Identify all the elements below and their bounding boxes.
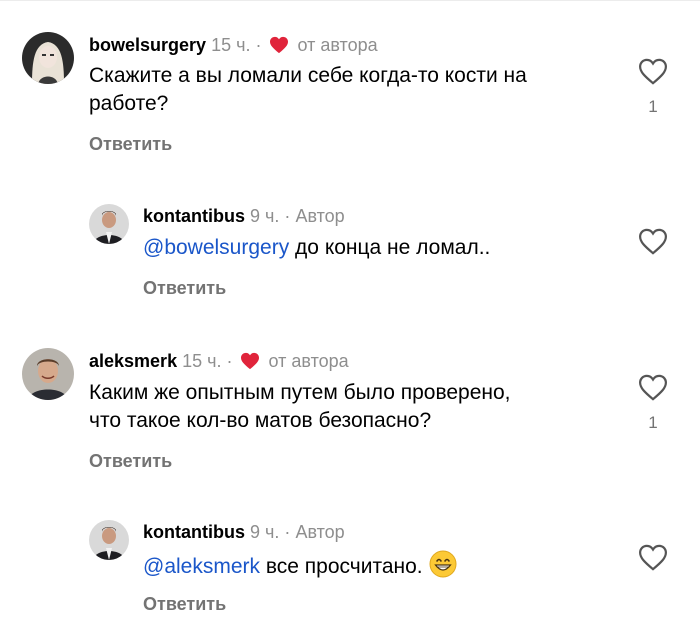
mention-link[interactable]: @bowelsurgery bbox=[143, 236, 289, 259]
like-control bbox=[636, 228, 670, 255]
separator-dot: · bbox=[284, 522, 291, 542]
like-control bbox=[636, 544, 670, 571]
comment-header: bowelsurgery 15 ч. · от автора bbox=[89, 34, 378, 56]
top-divider bbox=[0, 0, 700, 1]
man-in-suit-avatar-icon bbox=[89, 204, 129, 244]
reply-button[interactable]: Ответить bbox=[143, 593, 226, 615]
like-control: 1 bbox=[636, 374, 670, 433]
heart-outline-icon[interactable] bbox=[638, 374, 668, 401]
separator-dot: · bbox=[226, 351, 233, 371]
username-link[interactable]: aleksmerk bbox=[89, 351, 177, 371]
man-in-suit-avatar-icon bbox=[89, 520, 129, 560]
comment-header: kontantibus 9 ч. · Автор bbox=[143, 521, 345, 543]
reply-button[interactable]: Ответить bbox=[89, 450, 172, 472]
grinning-face-emoji-icon bbox=[429, 550, 457, 578]
like-control: 1 bbox=[636, 58, 670, 117]
comment-text-line: Каким же опытным путем было проверено, bbox=[89, 381, 511, 404]
avatar[interactable] bbox=[22, 32, 74, 84]
avatar[interactable] bbox=[22, 348, 74, 400]
comment-text-line: все просчитано. bbox=[260, 555, 423, 578]
heart-outline-icon[interactable] bbox=[638, 544, 668, 571]
comment-text: Скажите а вы ломали себе когда-то кости … bbox=[89, 62, 619, 118]
avatar[interactable] bbox=[89, 520, 129, 560]
username-link[interactable]: kontantibus bbox=[143, 206, 245, 226]
author-tag: от автора bbox=[268, 351, 349, 371]
comment-text-line: Скажите а вы ломали себе когда-то кости … bbox=[89, 64, 527, 87]
timestamp: 15 ч. bbox=[211, 35, 251, 55]
author-liked-heart-icon bbox=[269, 36, 288, 54]
smiling-man-avatar-icon bbox=[22, 348, 74, 400]
comment-text: @bowelsurgery до конца не ломал.. bbox=[143, 234, 623, 262]
like-count: 1 bbox=[648, 97, 658, 116]
separator-dot: · bbox=[284, 206, 291, 226]
heart-outline-icon[interactable] bbox=[638, 228, 668, 255]
heart-outline-icon[interactable] bbox=[638, 58, 668, 85]
separator-dot: · bbox=[255, 35, 262, 55]
comment-header: kontantibus 9 ч. · Автор bbox=[143, 205, 345, 227]
username-link[interactable]: bowelsurgery bbox=[89, 35, 206, 55]
comment-text: @aleksmerk все просчитано. bbox=[143, 550, 623, 581]
timestamp: 9 ч. bbox=[250, 522, 280, 542]
comment-header: aleksmerk 15 ч. · от автора bbox=[89, 350, 349, 372]
author-liked-heart-icon bbox=[240, 352, 259, 370]
avatar[interactable] bbox=[89, 204, 129, 244]
timestamp: 15 ч. bbox=[182, 351, 222, 371]
comment-text-line: работе? bbox=[89, 92, 169, 115]
username-link[interactable]: kontantibus bbox=[143, 522, 245, 542]
author-tag: Автор bbox=[295, 206, 345, 226]
blonde-woman-avatar-icon bbox=[22, 32, 74, 84]
mention-link[interactable]: @aleksmerk bbox=[143, 555, 260, 578]
author-tag: от автора bbox=[297, 35, 378, 55]
timestamp: 9 ч. bbox=[250, 206, 280, 226]
like-count: 1 bbox=[648, 413, 658, 432]
comment-text-line: что такое кол-во матов безопасно? bbox=[89, 409, 432, 432]
author-tag: Автор bbox=[295, 522, 345, 542]
comment-text-line: до конца не ломал.. bbox=[289, 236, 491, 259]
reply-button[interactable]: Ответить bbox=[143, 277, 226, 299]
comment-text: Каким же опытным путем было проверено, ч… bbox=[89, 379, 619, 435]
reply-button[interactable]: Ответить bbox=[89, 133, 172, 155]
